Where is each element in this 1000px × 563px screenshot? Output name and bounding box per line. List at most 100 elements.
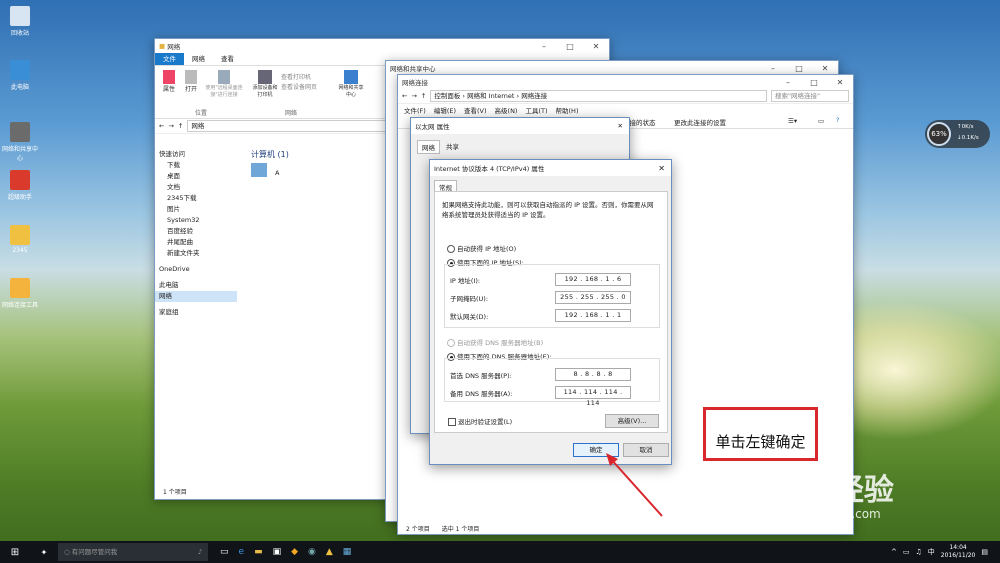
desktop-icon-network-center[interactable]: 网络和共享中心 — [0, 122, 40, 162]
ipv4-properties-dialog[interactable]: Internet 协议版本 4 (TCP/IPv4) 属性 ✕ 常规 如果网络支… — [429, 159, 672, 465]
close-button[interactable]: ✕ — [827, 78, 853, 87]
maximize-button[interactable]: □ — [786, 64, 812, 73]
tab-networking[interactable]: 网络 — [417, 140, 440, 154]
validate-checkbox[interactable]: 退出时验证设置(L) — [448, 416, 512, 426]
view-options-icon[interactable]: ☰▾ — [788, 117, 797, 125]
desktop-icon-2345[interactable]: 2345 — [0, 225, 40, 254]
ip-address-field[interactable]: 192 . 168 . 1 . 6 — [555, 273, 631, 286]
breadcrumb-item[interactable]: 网络连接 — [521, 92, 547, 100]
menu-edit[interactable]: 编辑(E) — [434, 105, 456, 115]
network-center-button[interactable]: 网络和共享中心 — [337, 70, 365, 98]
menu-advanced[interactable]: 高级(N) — [495, 105, 518, 115]
advanced-button[interactable]: 高级(V)... — [605, 414, 659, 428]
desktop-icon-this-pc[interactable]: 此电脑 — [0, 60, 40, 91]
change-settings-command[interactable]: 更改此连接的设置 — [674, 117, 726, 127]
nav-item-baidu-jingyan[interactable]: 百度经验 — [155, 226, 237, 237]
upload-speed-value: 0K/s — [961, 124, 974, 130]
search-input[interactable]: 搜索"网络连接" — [771, 90, 849, 102]
desktop-icon-helper[interactable]: 超级助手 — [0, 170, 40, 201]
back-arrow-icon[interactable]: ← — [159, 122, 164, 130]
minimize-button[interactable]: – — [760, 64, 786, 73]
menu-tools[interactable]: 工具(T) — [525, 105, 547, 115]
forward-arrow-icon[interactable]: → — [411, 92, 416, 100]
watermark-url: jingyan.baidu.com — [770, 507, 881, 521]
up-arrow-icon[interactable]: ↑ — [178, 122, 183, 130]
help-icon[interactable]: ? — [836, 116, 839, 124]
nav-item-pictures[interactable]: 图片 — [155, 204, 237, 215]
browser-icon[interactable]: ◉ — [308, 547, 316, 557]
clock[interactable]: 14:04 2016/11/20 — [941, 544, 976, 560]
forward-arrow-icon[interactable]: → — [168, 122, 173, 130]
menu-view[interactable]: 查看(V) — [464, 105, 487, 115]
menu-file[interactable]: 文件(F) — [404, 105, 426, 115]
desktop-icon-tool[interactable]: 网络连接工具 — [0, 278, 40, 309]
minimize-button[interactable]: – — [531, 42, 557, 51]
maximize-button[interactable]: □ — [801, 78, 827, 87]
nav-item-documents[interactable]: 文档 — [155, 182, 237, 193]
notification-icon[interactable]: ▤ — [981, 548, 988, 556]
nav-item-2345-downloads[interactable]: 2345下载 — [155, 193, 237, 204]
default-gateway-field[interactable]: 192 . 168 . 1 . 1 — [555, 309, 631, 322]
app-icon[interactable]: ✦ — [30, 548, 58, 557]
view-device-webpage-button[interactable]: 查看设备网页 — [281, 82, 317, 91]
preview-pane-icon[interactable]: ▭ — [818, 117, 824, 125]
tab-file[interactable]: 文件 — [155, 53, 184, 65]
nav-item-downloads[interactable]: 下载 — [155, 160, 237, 171]
maximize-button[interactable]: □ — [557, 42, 583, 51]
volume-icon[interactable]: ♫ — [916, 548, 922, 556]
computer-icon — [10, 60, 30, 80]
tab-view[interactable]: 查看 — [213, 53, 242, 65]
app-icon[interactable]: ▲ — [326, 547, 333, 557]
store-icon[interactable]: ▣ — [273, 547, 282, 557]
tray-chevron-icon[interactable]: ^ — [891, 548, 897, 556]
nav-item-system32[interactable]: System32 — [155, 215, 237, 226]
computer-name[interactable]: A — [275, 169, 279, 177]
alternate-dns-field[interactable]: 114 . 114 . 114 . 114 — [555, 386, 631, 407]
close-button[interactable]: ✕ — [658, 164, 671, 173]
edge-icon[interactable]: e — [239, 547, 245, 557]
nav-item-homegroup[interactable]: 家庭组 — [155, 307, 237, 318]
auto-dns-radio[interactable]: 自动获得 DNS 服务器地址(B) — [447, 337, 543, 347]
properties-button[interactable]: 属性 — [161, 70, 177, 93]
subnet-mask-field[interactable]: 255 . 255 . 255 . 0 — [555, 291, 631, 304]
remote-desktop-button[interactable]: 使用"远程桌面连接"进行连接 — [203, 70, 245, 98]
nav-item-network[interactable]: 网络 — [155, 291, 237, 302]
view-printers-button[interactable]: 查看打印机 — [281, 72, 311, 81]
nav-item-quick-access[interactable]: 快速访问 — [155, 149, 237, 160]
auto-ip-radio[interactable]: 自动获得 IP 地址(O) — [447, 243, 516, 253]
file-explorer-icon[interactable]: ▬ — [254, 547, 263, 557]
desktop-icon-recycle-bin[interactable]: 回收站 — [0, 6, 40, 37]
computer-icon[interactable] — [251, 163, 267, 177]
close-button[interactable]: ✕ — [618, 122, 629, 130]
network-window-icon[interactable]: ▦ — [343, 547, 352, 557]
watermark-brand: Bai 经验 — [770, 473, 894, 508]
network-connections-titlebar: 网络连接 – □ ✕ — [398, 75, 853, 89]
up-arrow-icon[interactable]: ↑ — [421, 92, 426, 100]
open-button[interactable]: 打开 — [183, 70, 199, 93]
preferred-dns-field[interactable]: 8 . 8 . 8 . 8 — [555, 368, 631, 381]
language-icon[interactable]: 中 — [928, 547, 935, 557]
minimize-button[interactable]: – — [775, 78, 801, 87]
microphone-icon[interactable]: ♪ — [198, 543, 208, 561]
nav-item-this-pc[interactable]: 此电脑 — [155, 280, 237, 291]
back-arrow-icon[interactable]: ← — [402, 92, 407, 100]
close-button[interactable]: ✕ — [583, 42, 609, 51]
breadcrumb-item[interactable]: 控制面板 — [434, 92, 460, 100]
battery-icon[interactable]: ▭ — [903, 548, 910, 556]
tab-network[interactable]: 网络 — [184, 53, 213, 65]
radio-label: 自动获得 DNS 服务器地址(B) — [457, 339, 544, 347]
app-icon[interactable]: ◆ — [291, 547, 298, 557]
close-button[interactable]: ✕ — [812, 64, 838, 73]
taskbar-search-box[interactable]: ○ 有问题尽管问我 ♪ — [58, 543, 208, 561]
menu-help[interactable]: 帮助(H) — [556, 105, 579, 115]
task-view-icon[interactable]: ▭ — [220, 547, 229, 557]
tab-sharing[interactable]: 共享 — [442, 140, 463, 154]
nav-item-folder[interactable]: 井尾配曲 — [155, 237, 237, 248]
nav-item-desktop[interactable]: 桌面 — [155, 171, 237, 182]
nav-item-new-folder[interactable]: 新建文件夹 — [155, 248, 237, 259]
breadcrumb-item[interactable]: 网络和 Internet — [467, 92, 514, 100]
nav-item-onedrive[interactable]: OneDrive — [155, 264, 237, 275]
add-device-button[interactable]: 添加设备和打印机 — [251, 70, 279, 98]
breadcrumb[interactable]: 控制面板 › 网络和 Internet › 网络连接 — [430, 90, 767, 102]
start-button[interactable]: ⊞ — [0, 547, 30, 558]
